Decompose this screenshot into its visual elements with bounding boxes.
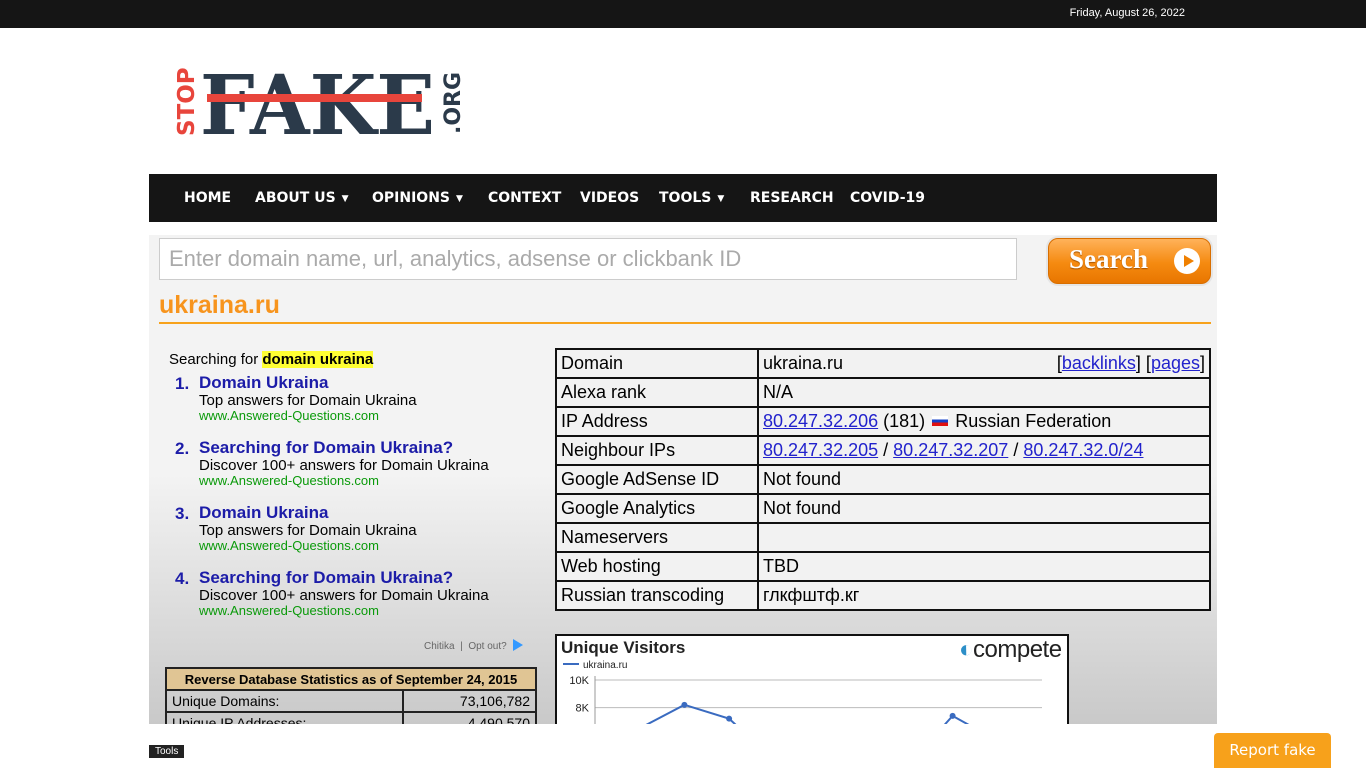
nav-covid-19[interactable]: COVID-19 (850, 174, 925, 222)
pages-link[interactable]: pages (1151, 353, 1200, 373)
category-tag[interactable]: Tools (149, 745, 185, 758)
unique-visitors-chart: Unique Visitors ◐compete ukraina.ru 10K 8… (555, 634, 1069, 724)
nav-home[interactable]: HOME (184, 174, 231, 222)
domain-info-table: Domain ukraina.ru [backlinks] [pages] Al… (555, 348, 1211, 611)
nav-videos[interactable]: VIDEOS (580, 174, 639, 222)
ad-title[interactable]: Domain Ukraina (199, 504, 539, 522)
ad-url[interactable]: www.Answered-Questions.com (199, 409, 539, 423)
ad-url[interactable]: www.Answered-Questions.com (199, 604, 539, 618)
backlinks-link[interactable]: backlinks (1062, 353, 1136, 373)
data-point (681, 701, 688, 708)
data-point (726, 715, 733, 722)
ad-title[interactable]: Domain Ukraina (199, 374, 539, 392)
article-screenshot: Search ukraina.ru Searching for domain u… (149, 235, 1217, 724)
chevron-down-icon: ▼ (717, 194, 725, 204)
logo-org-text: .ORG (441, 72, 466, 134)
domain-search-box (159, 238, 1017, 280)
table-row: Nameservers (555, 522, 1211, 553)
main-navigation: HOME ABOUT US ▼ OPINIONS ▼ CONTEXT VIDEOS … (149, 174, 1217, 222)
ad-block: Searching for domain ukraina 1. Domain U… (169, 351, 539, 634)
russia-flag-icon (932, 416, 949, 426)
chart-plot: 10K 8K (569, 675, 1042, 724)
ad-description: Discover 100+ answers for Domain Ukraina (199, 587, 489, 604)
neighbour-ip-link[interactable]: 80.247.32.205 (763, 440, 878, 460)
domain-search-input[interactable] (160, 239, 1016, 279)
table-row: Web hosting TBD (555, 551, 1211, 582)
report-fake-button[interactable]: Report fake (1214, 733, 1331, 768)
current-date: Friday, August 26, 2022 (1069, 7, 1185, 19)
chevron-down-icon: ▼ (456, 194, 463, 204)
logo-strike (207, 94, 422, 102)
y-tick-label: 10K (569, 675, 589, 687)
nav-tools[interactable]: TOOLS ▼ (659, 174, 724, 222)
chevron-down-icon: ▼ (341, 194, 349, 204)
table-row: Alexa rank N/A (555, 377, 1211, 408)
ad-description: Top answers for Domain Ukraina (199, 522, 417, 539)
search-button-label: Search (1069, 244, 1148, 274)
stats-title: Reverse Database Statistics as of Septem… (165, 667, 537, 691)
table-row: Unique Domains: 73,106,782 (164, 689, 537, 713)
article-card-overlay (149, 724, 869, 768)
ad-description: Discover 100+ answers for Domain Ukraina (199, 457, 489, 474)
list-item[interactable]: 3. Domain Ukraina Top answers for Domain… (169, 504, 539, 569)
stats-table: Reverse Database Statistics as of Septem… (164, 667, 537, 724)
play-icon (1174, 248, 1200, 274)
list-item[interactable]: 1. Domain Ukraina Top answers for Domain… (169, 374, 539, 439)
nav-about-us[interactable]: ABOUT US ▼ (255, 174, 349, 222)
logo-stop-text: STOP (174, 67, 200, 136)
domain-title: ukraina.ru (159, 291, 280, 319)
table-row: Unique IP Addresses: 4,490,570 (164, 711, 537, 724)
stopfake-logo[interactable]: STOP FAKE .ORG (172, 62, 467, 142)
y-tick-label: 8K (576, 703, 590, 715)
data-point (949, 712, 956, 719)
adchoices-icon[interactable] (512, 639, 523, 651)
opt-out-link[interactable]: Opt out? (468, 641, 506, 652)
search-button[interactable]: Search (1048, 238, 1211, 284)
table-row: IP Address 80.247.32.206 (181) Russian F… (555, 406, 1211, 437)
top-bar: Friday, August 26, 2022 (0, 0, 1366, 28)
nav-context[interactable]: CONTEXT (488, 174, 561, 222)
ad-url[interactable]: www.Answered-Questions.com (199, 539, 539, 553)
ip-link[interactable]: 80.247.32.206 (763, 411, 878, 431)
ad-header: Searching for domain ukraina (169, 351, 374, 368)
ad-title[interactable]: Searching for Domain Ukraina? (199, 439, 539, 457)
title-divider (159, 322, 1211, 324)
chitika-credit: Chitika | Opt out? (424, 639, 523, 652)
ad-title[interactable]: Searching for Domain Ukraina? (199, 569, 539, 587)
ad-url[interactable]: www.Answered-Questions.com (199, 474, 539, 488)
neighbour-ip-link[interactable]: 80.247.32.207 (893, 440, 1008, 460)
ad-description: Top answers for Domain Ukraina (199, 392, 417, 409)
table-row: Google Analytics Not found (555, 493, 1211, 524)
table-row: Russian transcoding глкфштф.кг (555, 580, 1211, 611)
nav-opinions[interactable]: OPINIONS ▼ (372, 174, 463, 222)
table-row: Neighbour IPs 80.247.32.205 / 80.247.32.… (555, 435, 1211, 466)
list-item[interactable]: 4. Searching for Domain Ukraina? Discove… (169, 569, 539, 634)
list-item[interactable]: 2. Searching for Domain Ukraina? Discove… (169, 439, 539, 504)
nav-research[interactable]: RESEARCH (750, 174, 834, 222)
table-row: Google AdSense ID Not found (555, 464, 1211, 495)
table-row: Domain ukraina.ru [backlinks] [pages] (555, 348, 1211, 379)
neighbour-ip-link[interactable]: 80.247.32.0/24 (1023, 440, 1143, 460)
